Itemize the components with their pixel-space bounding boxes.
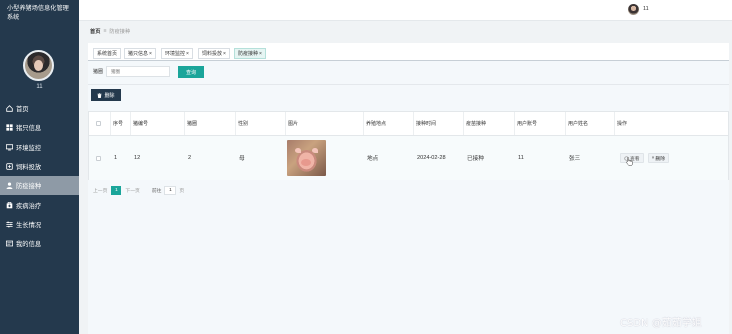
card-icon xyxy=(6,240,13,247)
content-panel xyxy=(88,61,729,334)
watermark: CSDN @茹茹学姐 xyxy=(620,318,702,329)
sidebar-item-label: 猪只信息 xyxy=(16,125,42,133)
column-header: 猪圈 xyxy=(184,112,235,135)
goto-page-input[interactable]: 1 xyxy=(164,186,177,195)
search-button[interactable]: 查询 xyxy=(178,66,204,78)
tab-label: 系统首页 xyxy=(97,51,118,57)
column-header: 疫苗接种 xyxy=(463,112,514,135)
data-table: 序号 猪编号 猪圈 性别 图片 养殖地点 接种时间 疫苗接种 用户账号 用户姓名… xyxy=(88,111,729,180)
table-header-row: 序号 猪编号 猪圈 性别 图片 养殖地点 接种时间 疫苗接种 用户账号 用户姓名… xyxy=(89,112,728,136)
sidebar-item-environment[interactable]: 环境监控 xyxy=(0,138,79,157)
cell-date: 2024-02-28 xyxy=(417,155,446,161)
pig-photo[interactable] xyxy=(287,140,326,176)
top-avatar[interactable] xyxy=(628,4,639,15)
sidebar-item-label: 饲料投放 xyxy=(16,164,42,172)
tab-label: 防疫接种 xyxy=(238,51,259,57)
sidebar-item-label: 疾病治疗 xyxy=(16,202,42,210)
cell-gender: 母 xyxy=(239,156,245,162)
tab-environment[interactable]: 环境监控× xyxy=(161,48,193,59)
cell-vaccine: 已接种 xyxy=(467,156,484,162)
column-header: 养殖地点 xyxy=(363,112,413,135)
sidebar-item-home[interactable]: 首页 xyxy=(0,99,79,118)
sidebar-menu: 首页 猪只信息 环境监控 饲料投放 防疫接种 疾病治疗 生长情况 我的信息 xyxy=(0,99,79,253)
avatar[interactable] xyxy=(23,50,54,81)
close-icon[interactable]: × xyxy=(223,51,226,57)
search-input[interactable] xyxy=(106,66,171,77)
row-checkbox[interactable] xyxy=(96,155,101,161)
search-row: 猪圈 xyxy=(93,66,171,77)
divider xyxy=(88,84,729,85)
batch-delete-button[interactable]: 删除 xyxy=(91,89,121,101)
sliders-icon xyxy=(6,221,13,228)
sidebar-item-vaccination[interactable]: 防疫接种 xyxy=(0,176,79,196)
tabs-bar: 系统首页 猪只信息× 环境监控× 饲料投放× 防疫接种× xyxy=(88,43,729,61)
column-header: 序号 xyxy=(110,112,130,135)
select-all-cell xyxy=(94,112,101,135)
cell-pen: 2 xyxy=(188,155,192,161)
grid-icon xyxy=(6,124,13,132)
cell-location: 地点 xyxy=(367,156,379,162)
column-header: 猪编号 xyxy=(130,112,184,135)
home-icon xyxy=(6,105,13,112)
row-select-cell xyxy=(94,136,101,180)
select-all-checkbox[interactable] xyxy=(96,121,101,126)
sidebar-item-growth[interactable]: 生长情况 xyxy=(0,215,79,234)
tab-feed[interactable]: 饲料投放× xyxy=(198,48,230,59)
close-icon[interactable]: × xyxy=(259,51,262,57)
column-header: 操作 xyxy=(614,112,728,135)
batch-delete-label: 删除 xyxy=(104,92,115,99)
sidebar-item-label: 首页 xyxy=(16,106,29,114)
column-header: 用户账号 xyxy=(514,112,565,135)
top-user-name[interactable]: 11 xyxy=(643,6,649,12)
close-icon[interactable]: × xyxy=(186,51,189,57)
tab-vaccination[interactable]: 防疫接种× xyxy=(234,48,266,59)
breadcrumb: 首页 ≡ 防疫接种 xyxy=(90,28,130,35)
close-icon: × xyxy=(651,155,655,161)
sidebar-user-name: 11 xyxy=(36,84,43,90)
tab-pig-info[interactable]: 猪只信息× xyxy=(124,48,156,59)
sidebar-item-label: 环境监控 xyxy=(16,144,42,152)
delete-label: 删除 xyxy=(655,156,666,162)
page-number-current[interactable]: 1 xyxy=(111,186,122,195)
sidebar-item-label: 生长情况 xyxy=(16,221,42,229)
hand-cursor-icon xyxy=(626,157,633,166)
breadcrumb-separator-icon: ≡ xyxy=(103,28,107,34)
next-page-button[interactable]: 下一页 xyxy=(125,187,139,194)
app-title: 小型养猪场信息化管理系统 xyxy=(7,5,69,21)
cell-account: 11 xyxy=(518,155,524,161)
trash-icon xyxy=(97,92,102,98)
sidebar-item-treatment[interactable]: 疾病治疗 xyxy=(0,195,79,214)
column-header: 接种时间 xyxy=(413,112,463,135)
user-icon xyxy=(6,182,13,190)
goto-label: 前往 xyxy=(151,189,162,194)
sidebar-item-my-info[interactable]: 我的信息 xyxy=(0,234,79,253)
column-header: 用户姓名 xyxy=(565,112,614,135)
tab-label: 环境监控 xyxy=(165,51,186,57)
cell-name: 张三 xyxy=(569,156,581,162)
page-suffix: 页 xyxy=(179,189,185,194)
search-label: 猪圈 xyxy=(93,69,104,75)
column-header: 图片 xyxy=(285,112,363,135)
medical-icon xyxy=(6,201,13,209)
prev-page-button[interactable]: 上一页 xyxy=(93,187,107,194)
close-icon[interactable]: × xyxy=(149,51,152,57)
sidebar-item-feed[interactable]: 饲料投放 xyxy=(0,157,79,176)
tab-home[interactable]: 系统首页 xyxy=(93,48,122,59)
cell-index: 1 xyxy=(114,155,118,161)
tab-label: 猪只信息 xyxy=(128,51,149,57)
breadcrumb-home[interactable]: 首页 xyxy=(90,28,100,35)
monitor-icon xyxy=(6,144,13,151)
sidebar: 小型养猪场信息化管理系统 11 首页 猪只信息 环境监控 饲料投放 防疫接种 疾… xyxy=(0,0,79,334)
delete-button[interactable]: × 删除 xyxy=(647,153,670,163)
sidebar-item-label: 防疫接种 xyxy=(16,183,42,191)
feed-icon xyxy=(6,163,13,170)
sidebar-item-pig-info[interactable]: 猪只信息 xyxy=(0,118,79,137)
column-header: 性别 xyxy=(235,112,285,135)
tab-label: 饲料投放 xyxy=(202,51,223,57)
sidebar-item-label: 我的信息 xyxy=(16,241,42,249)
breadcrumb-current: 防疫接种 xyxy=(109,29,131,35)
pagination: 上一页 1 下一页 前往 1 页 xyxy=(93,186,184,195)
cell-pig-id: 12 xyxy=(134,155,141,161)
